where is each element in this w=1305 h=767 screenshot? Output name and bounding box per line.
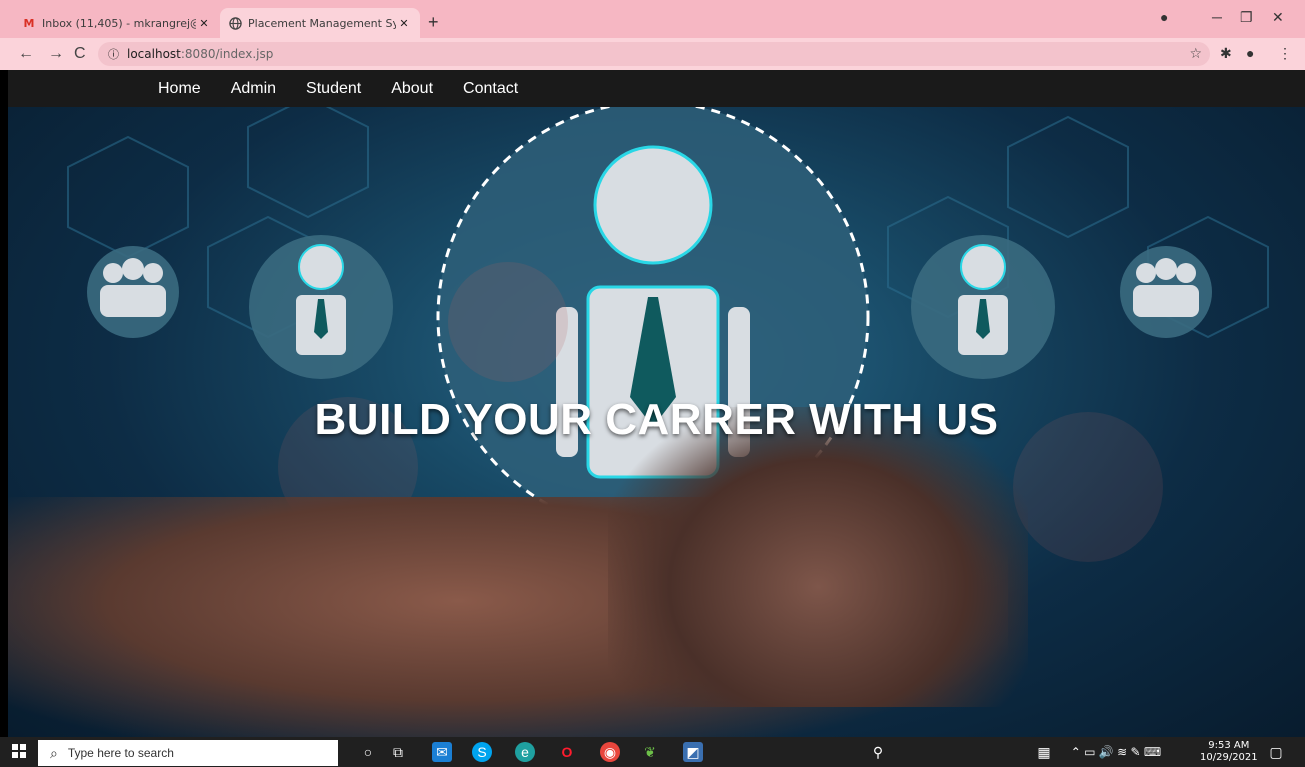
edge-icon[interactable]: e: [515, 742, 535, 762]
hand-fingers-image: [608, 407, 1028, 707]
forward-icon[interactable]: →: [48, 44, 64, 64]
tab-title: Inbox (11,405) - mkrangrej@gma...: [42, 16, 196, 30]
nav-home[interactable]: Home: [158, 80, 201, 98]
notification-icon[interactable]: ▢: [1266, 742, 1286, 762]
opera-icon[interactable]: O: [557, 742, 577, 762]
globe-icon: [228, 16, 242, 30]
tab-title: Placement Management System: [248, 16, 396, 30]
search-placeholder: Type here to search: [67, 746, 174, 760]
close-window-icon[interactable]: ✕: [1272, 9, 1284, 26]
windows-taskbar: ⌕ Type here to search ○ ⧉ ✉ S e O ◉ ❦ ◩ …: [0, 737, 1305, 767]
nav-student[interactable]: Student: [306, 80, 361, 98]
reload-icon[interactable]: C: [74, 44, 86, 64]
nav-contact[interactable]: Contact: [463, 80, 518, 98]
task-view-icon[interactable]: ⧉: [388, 742, 408, 762]
system-tray-icons[interactable]: ⌃ ▭ 🔊 ≋ ✎ ⌨: [1066, 742, 1166, 762]
chrome-icon[interactable]: ◉: [600, 742, 620, 762]
minimize-icon[interactable]: ─: [1212, 9, 1222, 25]
close-tab-icon[interactable]: ✕: [396, 17, 412, 30]
extensions-icon[interactable]: ✱: [1220, 45, 1232, 62]
new-tab-button[interactable]: +: [428, 13, 439, 31]
star-icon[interactable]: ☆: [1189, 46, 1202, 62]
tab-placement[interactable]: Placement Management System ✕: [220, 8, 420, 38]
browser-tab-strip: M Inbox (11,405) - mkrangrej@gma... ✕ Pl…: [0, 0, 1305, 38]
url-host: localhost: [127, 47, 181, 61]
system-clock[interactable]: 9:53 AM 10/29/2021: [1200, 740, 1258, 764]
taskbar-search[interactable]: ⌕ Type here to search: [38, 740, 338, 766]
people-icon[interactable]: ⚲: [868, 742, 888, 762]
menu-icon[interactable]: ⋮: [1278, 45, 1292, 62]
news-icon[interactable]: ▦: [1034, 742, 1054, 762]
address-bar[interactable]: ⓘ localhost:8080/index.jsp ☆: [98, 42, 1210, 66]
close-tab-icon[interactable]: ✕: [196, 17, 212, 30]
app-leaf-icon[interactable]: ❦: [640, 742, 660, 762]
clock-date: 10/29/2021: [1200, 752, 1258, 763]
gmail-icon: M: [23, 16, 35, 30]
info-icon: ⓘ: [108, 48, 119, 61]
cortana-icon[interactable]: ○: [358, 742, 378, 762]
restore-icon[interactable]: ❐: [1240, 9, 1253, 26]
url-path: :8080/index.jsp: [180, 47, 274, 61]
app-ide-icon[interactable]: ◩: [683, 742, 703, 762]
nav-about[interactable]: About: [391, 80, 433, 98]
avatar[interactable]: ●: [1246, 45, 1254, 61]
tab-gmail[interactable]: M Inbox (11,405) - mkrangrej@gma... ✕: [14, 8, 220, 38]
nav-admin[interactable]: Admin: [231, 80, 276, 98]
clock-time: 9:53 AM: [1208, 740, 1250, 751]
browser-toolbar: ← → C ⓘ localhost:8080/index.jsp ☆ ✱ ● ⋮: [0, 38, 1305, 70]
profile-dot-icon[interactable]: ●: [1160, 9, 1168, 25]
search-icon: ⌕: [50, 744, 58, 761]
mail-icon[interactable]: ✉: [432, 742, 452, 762]
back-icon[interactable]: ←: [18, 44, 34, 64]
skype-icon[interactable]: S: [472, 742, 492, 762]
hero-title: BUILD YOUR CARRER WITH US: [314, 395, 999, 444]
hero-banner: BUILD YOUR CARRER WITH US: [8, 107, 1305, 737]
windows-start-icon[interactable]: [12, 744, 26, 763]
site-navbar: Home Admin Student About Contact: [8, 70, 1305, 107]
